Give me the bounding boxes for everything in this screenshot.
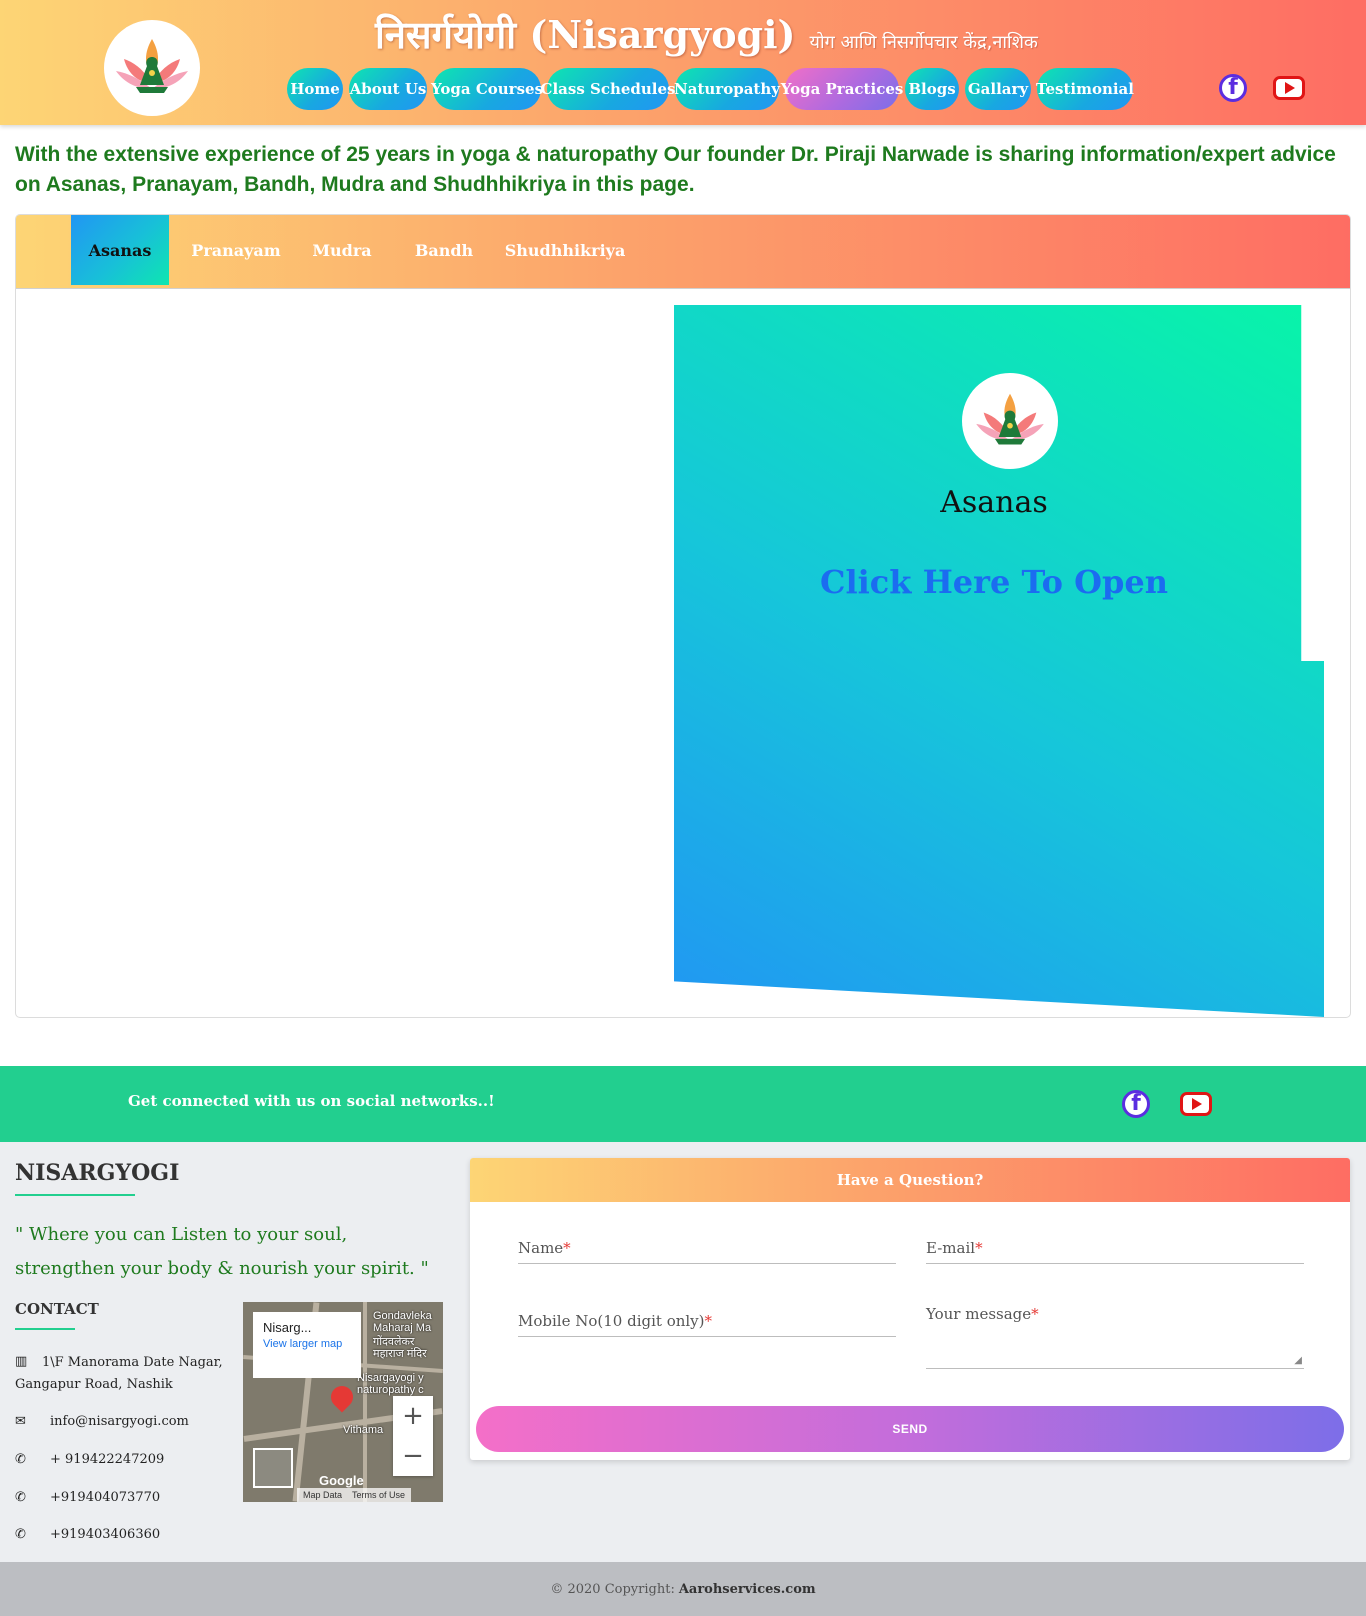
phone-3[interactable]: +919403406360 bbox=[50, 1527, 160, 1542]
tab-bandh[interactable]: Bandh bbox=[408, 215, 480, 285]
tabs-bar: Asanas Pranayam Mudra Bandh Shudhhikriya bbox=[16, 215, 1350, 289]
map-zoom-controls: + − bbox=[393, 1396, 433, 1476]
footer-brand: NISARGYOGI bbox=[15, 1160, 180, 1186]
mobile-label: Mobile No(10 digit only) bbox=[518, 1312, 705, 1330]
phone-icon: ✆ bbox=[15, 1452, 26, 1467]
social-band: Get connected with us on social networks… bbox=[0, 1066, 1366, 1142]
nav-testimonial[interactable]: Testimonial bbox=[1036, 68, 1134, 110]
email-field[interactable]: E-mail * bbox=[926, 1230, 1304, 1264]
copyright-bar: © 2020 Copyright: Aarohservices.com bbox=[0, 1562, 1366, 1616]
brand-underline bbox=[15, 1194, 135, 1196]
phone-icon: ✆ bbox=[15, 1527, 26, 1542]
nav-yoga-practices[interactable]: Yoga Practices bbox=[781, 68, 903, 110]
message-label: Your message bbox=[926, 1305, 1032, 1323]
mobile-field[interactable]: Mobile No(10 digit only) * bbox=[518, 1303, 896, 1337]
map-footer: Map Data Terms of Use bbox=[297, 1488, 412, 1502]
map-data-label[interactable]: Map Data bbox=[303, 1490, 342, 1500]
facebook-icon: f bbox=[1219, 74, 1247, 102]
message-field[interactable]: Your message * ◢ bbox=[926, 1303, 1304, 1369]
view-larger-map-link[interactable]: View larger map bbox=[263, 1338, 351, 1351]
map-label: naturopathy c bbox=[357, 1384, 424, 1396]
name-field[interactable]: Name * bbox=[518, 1230, 896, 1264]
required-mark: * bbox=[1031, 1305, 1039, 1323]
contact-underline bbox=[15, 1328, 75, 1330]
email-label: E-mail bbox=[926, 1239, 976, 1257]
main-nav: Home About Us Yoga Courses Class Schedul… bbox=[287, 68, 1134, 110]
terms-of-use-link[interactable]: Terms of Use bbox=[352, 1490, 405, 1500]
site-logo[interactable] bbox=[104, 20, 200, 116]
tab-asanas[interactable]: Asanas bbox=[71, 215, 169, 285]
site-title: निसर्गयोगी (Nisargyogi) योग आणि निसर्गोप… bbox=[375, 8, 1038, 64]
lotus-logo-icon bbox=[976, 393, 1044, 445]
tab-shudhhikriya[interactable]: Shudhhikriya bbox=[505, 215, 626, 285]
map-pin-icon[interactable] bbox=[326, 1381, 358, 1413]
send-button[interactable]: SEND bbox=[476, 1406, 1344, 1452]
map-label: Vithama bbox=[343, 1424, 384, 1436]
form-heading: Have a Question? bbox=[470, 1158, 1350, 1202]
building-icon: ▥ bbox=[15, 1354, 28, 1369]
map-label: महाराज मंदिर bbox=[373, 1348, 427, 1360]
copyright-text: © 2020 Copyright: bbox=[550, 1581, 675, 1597]
panel-logo bbox=[962, 373, 1058, 469]
nav-about-us[interactable]: About Us bbox=[349, 68, 427, 110]
youtube-icon bbox=[1180, 1092, 1212, 1116]
nav-naturopathy[interactable]: Naturopathy bbox=[674, 68, 780, 110]
envelope-icon: ✉ bbox=[15, 1414, 26, 1429]
nav-blogs[interactable]: Blogs bbox=[905, 68, 959, 110]
facebook-icon: f bbox=[1122, 1090, 1150, 1118]
map-label: Maharaj Ma bbox=[373, 1322, 432, 1334]
lotus-logo-icon bbox=[116, 39, 188, 93]
band-facebook-link[interactable]: f bbox=[1122, 1090, 1150, 1118]
site-subtitle: योग आणि निसर्गोपचार केंद्र,नाशिक bbox=[809, 32, 1038, 53]
address-line-1: 1\F Manorama Date Nagar, bbox=[42, 1355, 223, 1370]
footer-quote: " Where you can Listen to your soul, str… bbox=[15, 1224, 429, 1279]
map-label: Gondavleka bbox=[373, 1310, 432, 1322]
youtube-icon bbox=[1273, 76, 1305, 100]
required-mark: * bbox=[563, 1239, 571, 1257]
header-facebook-link[interactable]: f bbox=[1219, 74, 1247, 102]
site-title-main: निसर्गयोगी (Nisargyogi) bbox=[375, 12, 796, 57]
address-line-2: Gangapur Road, Nashik bbox=[15, 1377, 173, 1392]
tab-pranayam[interactable]: Pranayam bbox=[184, 215, 288, 285]
map-label: Nisargayogi y bbox=[357, 1372, 424, 1384]
tab-mudra[interactable]: Mudra bbox=[306, 215, 378, 285]
social-band-text: Get connected with us on social networks… bbox=[128, 1092, 495, 1110]
zoom-in-button[interactable]: + bbox=[393, 1396, 433, 1436]
map-info-card: Nisarg... View larger map bbox=[253, 1312, 361, 1378]
map-card-title: Nisarg... bbox=[263, 1320, 312, 1335]
contact-heading: CONTACT bbox=[15, 1300, 99, 1318]
phone-2[interactable]: +919404073770 bbox=[50, 1490, 160, 1505]
required-mark: * bbox=[975, 1239, 983, 1257]
nav-yoga-courses[interactable]: Yoga Courses bbox=[431, 68, 543, 110]
nav-gallary[interactable]: Gallary bbox=[965, 68, 1031, 110]
email-link[interactable]: info@nisargyogi.com bbox=[50, 1414, 189, 1429]
required-mark: * bbox=[704, 1312, 713, 1330]
question-form: Have a Question? Name * E-mail * Mobile No… bbox=[470, 1158, 1350, 1460]
asanas-panel: Asanas Click Here To Open bbox=[674, 305, 1324, 1017]
copyright-site-link[interactable]: Aarohservices.com bbox=[679, 1582, 816, 1597]
band-youtube-link[interactable] bbox=[1180, 1092, 1212, 1116]
name-label: Name bbox=[518, 1239, 564, 1257]
header-youtube-link[interactable] bbox=[1273, 76, 1305, 100]
phone-icon: ✆ bbox=[15, 1490, 26, 1505]
panel-title: Asanas bbox=[940, 485, 1048, 520]
google-logo: Google bbox=[319, 1473, 364, 1488]
phone-1[interactable]: + 919422247209 bbox=[50, 1452, 164, 1467]
embedded-map[interactable]: Gondavleka Maharaj Ma गोंदवलेकर महाराज म… bbox=[243, 1302, 443, 1502]
site-header: निसर्गयोगी (Nisargyogi) योग आणि निसर्गोप… bbox=[0, 0, 1366, 125]
intro-text: With the extensive experience of 25 year… bbox=[15, 143, 1336, 196]
open-asanas-link[interactable]: Click Here To Open bbox=[674, 563, 1314, 601]
zoom-out-button[interactable]: − bbox=[393, 1436, 433, 1476]
resize-handle-icon[interactable]: ◢ bbox=[1294, 1355, 1302, 1366]
nav-class-schedules[interactable]: Class Schedules bbox=[541, 68, 675, 110]
map-layer-toggle[interactable] bbox=[253, 1448, 293, 1488]
nav-home[interactable]: Home bbox=[287, 68, 343, 110]
site-footer: NISARGYOGI " Where you can Listen to you… bbox=[0, 1142, 1366, 1562]
